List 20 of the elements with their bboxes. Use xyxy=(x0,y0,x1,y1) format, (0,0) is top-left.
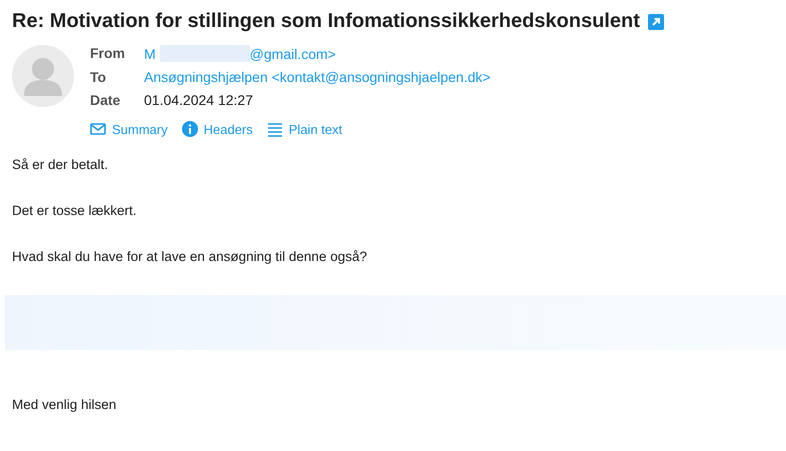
header-label: Date xyxy=(90,92,122,108)
header-label: To xyxy=(90,69,108,85)
body-text: Så er der betalt. xyxy=(12,157,110,172)
avatar-icon xyxy=(12,45,74,107)
view-link[interactable]: Summary xyxy=(90,121,168,137)
header-label: From xyxy=(90,45,126,62)
address-link[interactable]: M xyxy=(144,46,156,62)
view-link[interactable]: Headers xyxy=(182,121,253,137)
open-external-link[interactable] xyxy=(648,14,664,30)
address-link[interactable]: @gmail.com> xyxy=(250,46,336,62)
header-value: 01.04.2024 12:27 xyxy=(144,92,253,108)
menu-icon xyxy=(266,121,283,137)
email-subject: Re: Motivation for stillingen som Infomationssikkerhedskonsulent xyxy=(12,10,640,33)
info-icon xyxy=(182,121,198,137)
address-link[interactable]: Ansøgningshjælpen <kontakt@ansogningshjaelpen.dk> xyxy=(144,69,491,85)
view-link[interactable]: Plain text xyxy=(266,121,342,137)
body-text: Hvad skal du have for at lave en ansøgning til denne også? xyxy=(12,249,368,264)
envelope-icon xyxy=(90,121,106,137)
body-text: Med venlig hilsen xyxy=(12,397,118,412)
body-text: Det er tosse lækkert. xyxy=(12,203,138,218)
